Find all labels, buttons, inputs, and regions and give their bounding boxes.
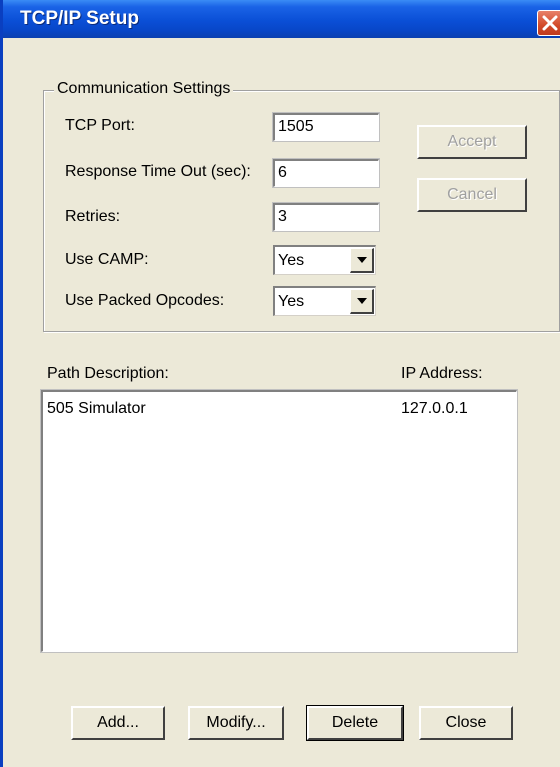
path-list[interactable]: 505 Simulator 127.0.0.1 [40, 389, 518, 653]
close-icon [542, 15, 558, 31]
use-camp-value: Yes [278, 252, 305, 269]
packed-opcodes-label: Use Packed Opcodes: [65, 292, 225, 309]
packed-opcodes-select[interactable]: Yes [273, 286, 376, 316]
tcp-port-label: TCP Port: [65, 117, 135, 134]
group-label: Communication Settings [54, 80, 234, 98]
close-button[interactable]: Close [419, 706, 513, 740]
close-window-button[interactable] [537, 10, 560, 36]
chevron-down-icon [357, 257, 367, 263]
title-bar[interactable]: TCP/IP Setup [3, 0, 560, 38]
ip-address-cell: 127.0.0.1 [401, 400, 468, 417]
ip-address-header: IP Address: [401, 365, 483, 382]
modify-button[interactable]: Modify... [188, 706, 284, 740]
use-camp-dropdown-button[interactable] [350, 248, 374, 273]
delete-button[interactable]: Delete [306, 705, 404, 741]
chevron-down-icon [357, 298, 367, 304]
timeout-label: Response Time Out (sec): [65, 163, 251, 180]
cancel-button[interactable]: Cancel [417, 178, 527, 212]
retries-label: Retries: [65, 208, 121, 225]
accept-button[interactable]: Accept [417, 125, 527, 159]
packed-opcodes-value: Yes [278, 293, 305, 310]
use-camp-label: Use CAMP: [65, 251, 149, 268]
timeout-field[interactable]: 6 [272, 158, 380, 188]
list-item[interactable]: 505 Simulator 127.0.0.1 [43, 396, 516, 418]
retries-field[interactable]: 3 [272, 202, 380, 232]
path-description-cell: 505 Simulator [47, 400, 146, 417]
path-description-header: Path Description: [47, 365, 169, 382]
use-camp-select[interactable]: Yes [273, 245, 376, 275]
tcpip-setup-dialog: TCP/IP Setup Communication Settings TCP … [0, 0, 560, 767]
add-button[interactable]: Add... [71, 706, 165, 740]
tcp-port-field[interactable]: 1505 [272, 112, 380, 142]
packed-opcodes-dropdown-button[interactable] [350, 289, 374, 314]
window-title: TCP/IP Setup [20, 8, 139, 29]
